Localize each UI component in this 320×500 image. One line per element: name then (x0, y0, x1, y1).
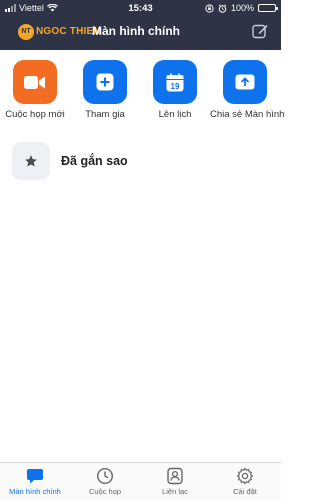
starred-item[interactable]: Đã gắn sao (12, 142, 272, 180)
status-bar: Viettel 15:43 100% (0, 0, 281, 16)
video-camera-icon (24, 75, 45, 89)
contact-icon (167, 467, 183, 485)
starred-label: Đã gắn sao (61, 154, 128, 168)
share-screen-icon (235, 74, 255, 90)
tab-meetings[interactable]: Cuộc họp (70, 467, 140, 496)
orientation-lock-icon (205, 3, 214, 13)
new-meeting-button[interactable]: Cuộc họp mới (0, 60, 70, 120)
tab-home[interactable]: Màn hình chính (0, 467, 70, 496)
tab-bar: Màn hình chính Cuộc họp Liên lạc Cài đặt (0, 462, 281, 500)
join-button[interactable]: Tham gia (70, 60, 140, 120)
battery-percent: 100% (230, 3, 254, 13)
new-meeting-tile[interactable] (13, 60, 57, 104)
starred-tile[interactable] (12, 142, 50, 180)
join-tile[interactable] (83, 60, 127, 104)
plus-icon (96, 73, 114, 91)
logo-badge: NT (18, 23, 34, 40)
quick-actions: Cuộc họp mới Tham gia 19 Lên lịch Chia s… (0, 60, 285, 122)
logo: NT NGOC THIEN (18, 23, 101, 40)
battery-icon (258, 4, 278, 12)
schedule-label: Lên lịch (158, 109, 192, 120)
chat-bubble-icon (27, 469, 43, 484)
tab-contacts[interactable]: Liên lạc (140, 467, 210, 496)
schedule-button[interactable]: 19 Lên lịch (140, 60, 210, 120)
tab-home-label: Màn hình chính (9, 487, 61, 496)
new-meeting-label: Cuộc họp mới (5, 109, 65, 120)
calendar-icon: 19 (166, 73, 184, 91)
share-screen-tile[interactable] (223, 60, 267, 104)
tab-meetings-label: Cuộc họp (88, 487, 122, 496)
status-right: 100% (205, 3, 278, 13)
alarm-icon (218, 3, 227, 13)
header: Viettel 15:43 100% NT NGOC THIEN Màn hìn… (0, 0, 281, 50)
gear-icon (236, 467, 254, 485)
tab-settings[interactable]: Cài đặt (210, 467, 280, 496)
title-row: NT NGOC THIEN Màn hình chính (0, 18, 281, 46)
star-icon (25, 155, 37, 167)
schedule-tile[interactable]: 19 (153, 60, 197, 104)
page-title: Màn hình chính (92, 24, 180, 38)
calendar-day: 19 (171, 82, 180, 91)
edit-icon[interactable] (251, 22, 269, 40)
share-screen-button[interactable]: Chia sẻ Màn hình (210, 60, 285, 120)
tab-contacts-label: Liên lạc (162, 487, 188, 496)
share-screen-label: Chia sẻ Màn hình (210, 109, 285, 120)
tab-settings-label: Cài đặt (233, 487, 257, 496)
clock-icon (96, 467, 114, 485)
join-label: Tham gia (85, 109, 125, 120)
